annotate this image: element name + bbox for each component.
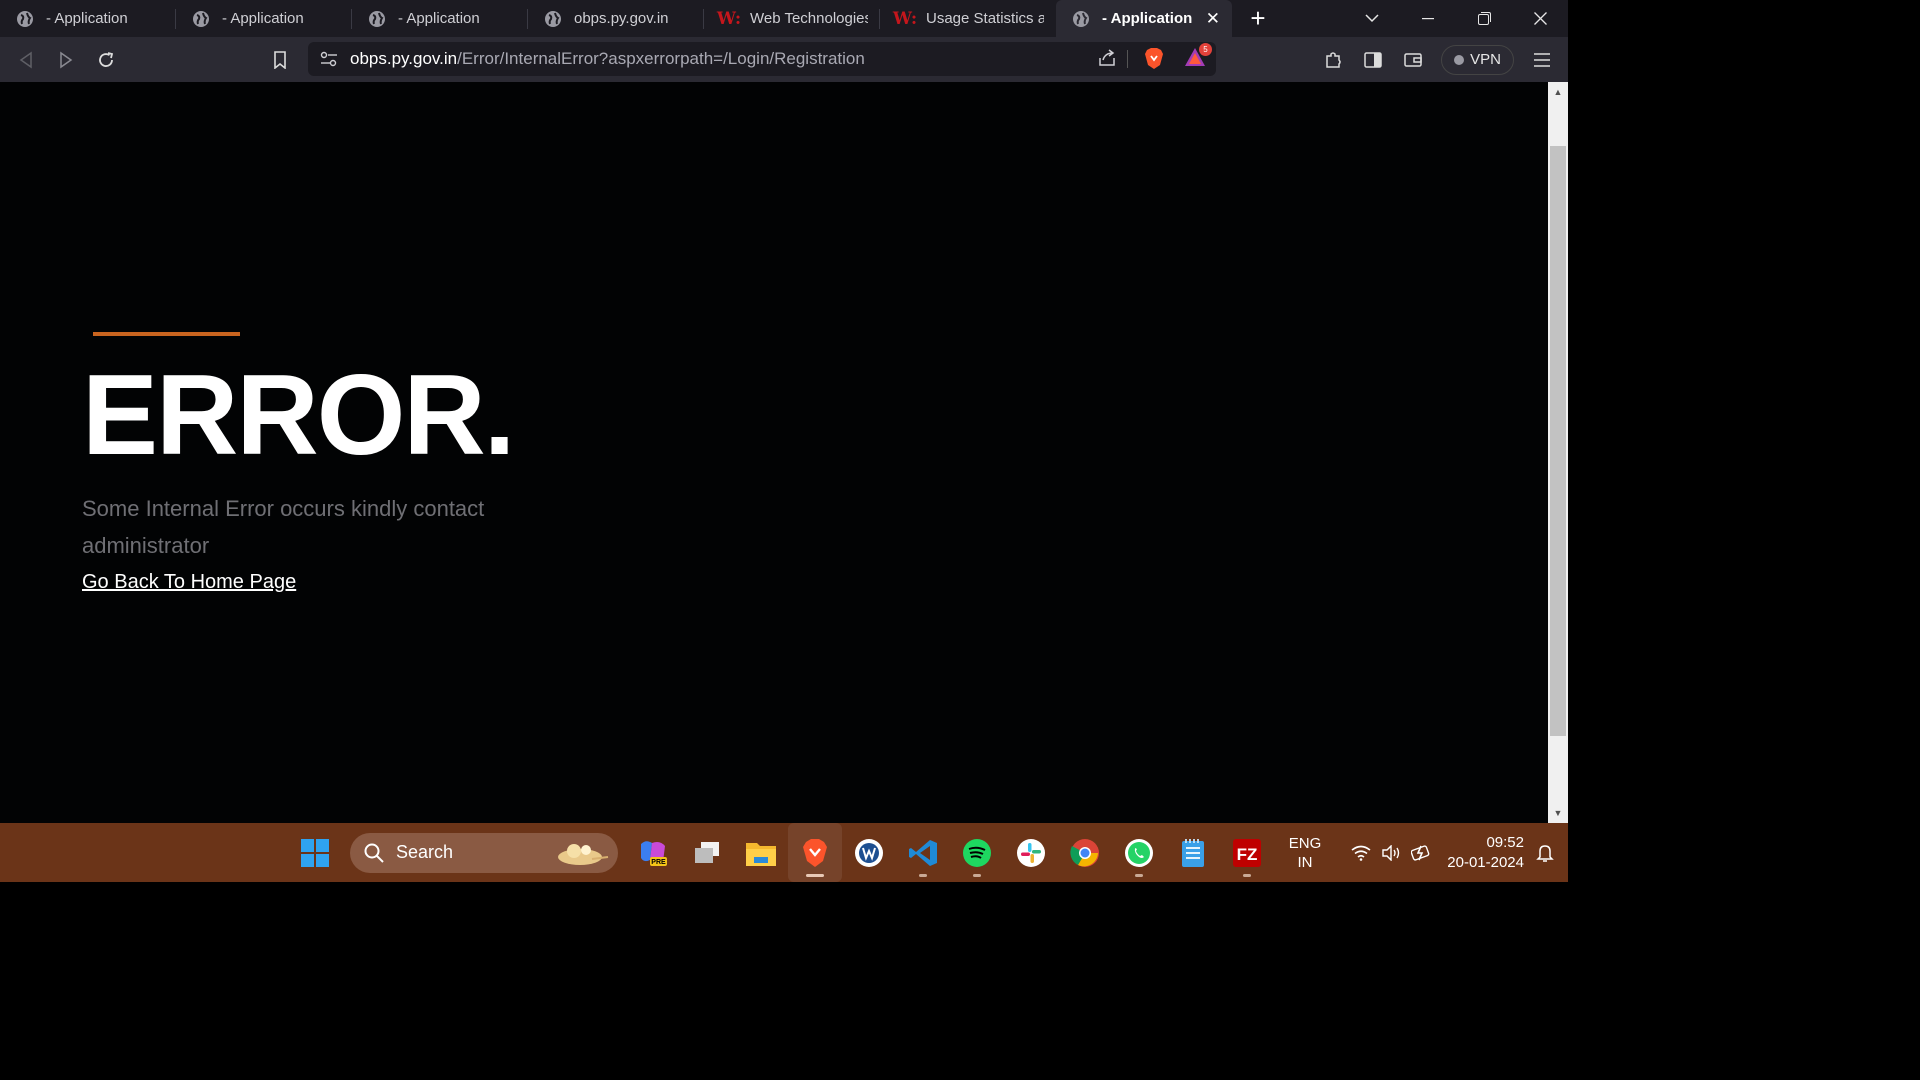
reload-icon[interactable] xyxy=(86,40,126,80)
search-highlight-icon xyxy=(552,837,612,874)
browser-toolbar: obps.py.gov.in/Error/InternalError?aspxe… xyxy=(0,37,1568,82)
tab-label: - Application xyxy=(222,10,304,27)
tab-obps[interactable]: obps.py.gov.in xyxy=(528,0,704,37)
vpn-status-icon xyxy=(1454,54,1465,65)
window-controls xyxy=(1344,0,1568,37)
search-label: Search xyxy=(396,842,454,862)
vertical-scrollbar[interactable]: ▲ ▼ xyxy=(1548,82,1568,823)
share-icon[interactable] xyxy=(1098,49,1116,72)
wps-icon[interactable] xyxy=(842,823,896,882)
minimize-icon[interactable] xyxy=(1400,0,1456,37)
language-bottom: IN xyxy=(1297,853,1313,871)
forward-icon[interactable] xyxy=(46,40,86,80)
tab-label: - Application xyxy=(46,10,128,27)
battery-charging-icon[interactable] xyxy=(1411,844,1433,862)
wallet-icon[interactable] xyxy=(1393,40,1433,80)
tab-application-2[interactable]: - Application xyxy=(176,0,352,37)
taskbar-search[interactable]: Search xyxy=(350,832,618,874)
globe-icon xyxy=(192,10,210,28)
start-icon[interactable] xyxy=(288,823,342,882)
globe-icon xyxy=(16,10,34,28)
notification-badge: 5 xyxy=(1199,43,1212,56)
globe-icon xyxy=(544,10,562,28)
w3techs-icon: W: xyxy=(716,8,742,29)
brave-rewards-icon[interactable]: 5 xyxy=(1184,43,1212,72)
slack-icon[interactable] xyxy=(1004,823,1058,882)
home-page-link[interactable]: Go Back To Home Page xyxy=(82,571,296,594)
url-host: obps.py.gov.in xyxy=(350,49,458,68)
close-window-icon[interactable] xyxy=(1512,0,1568,37)
clock[interactable]: 09:52 20-01-2024 xyxy=(1447,833,1524,873)
tab-list-chevron-icon[interactable] xyxy=(1344,0,1400,37)
brave-shields-icon[interactable] xyxy=(1144,47,1164,75)
time: 09:52 xyxy=(1486,833,1524,851)
accent-divider xyxy=(93,332,240,336)
notepad-icon[interactable] xyxy=(1166,823,1220,882)
back-icon[interactable] xyxy=(6,40,46,80)
whatsapp-icon[interactable] xyxy=(1112,823,1166,882)
language-indicator[interactable]: ENG IN xyxy=(1289,834,1322,872)
scroll-down-arrow-icon[interactable]: ▼ xyxy=(1548,805,1568,821)
vpn-button[interactable]: VPN xyxy=(1441,44,1514,75)
date: 20-01-2024 xyxy=(1447,853,1524,871)
windows-taskbar: Search PRE FZ ENG IN 09:52 20-01-2024 xyxy=(0,823,1568,882)
copilot-icon[interactable]: PRE xyxy=(626,823,680,882)
tab-label: obps.py.gov.in xyxy=(574,10,669,27)
restore-icon[interactable] xyxy=(1456,0,1512,37)
taskbar-apps: Search PRE FZ xyxy=(288,823,1274,882)
spotify-icon[interactable] xyxy=(950,823,1004,882)
volume-icon[interactable] xyxy=(1381,844,1401,861)
page-viewport: ERROR. Some Internal Error occurs kindly… xyxy=(0,82,1548,823)
error-title: ERROR. xyxy=(82,352,515,479)
scrollbar-thumb[interactable] xyxy=(1550,146,1566,736)
close-tab-icon[interactable]: ✕ xyxy=(1206,9,1220,29)
tab-label: - Application xyxy=(398,10,480,27)
tab-label: - Application xyxy=(1102,10,1193,27)
menu-icon[interactable] xyxy=(1522,40,1562,80)
address-bar[interactable]: obps.py.gov.in/Error/InternalError?aspxe… xyxy=(308,42,1216,76)
vpn-label: VPN xyxy=(1470,51,1501,68)
tab-label: Usage Statistics and xyxy=(926,10,1044,27)
tab-application-3[interactable]: - Application xyxy=(352,0,528,37)
tab-web-technologies[interactable]: W: Web Technologies u xyxy=(704,0,880,37)
scroll-up-arrow-icon[interactable]: ▲ xyxy=(1548,84,1568,100)
svg-text:FZ: FZ xyxy=(1237,845,1258,864)
search-icon xyxy=(364,843,384,863)
copilot-badge: PRE xyxy=(651,859,666,866)
new-tab-button[interactable]: + xyxy=(1232,0,1284,37)
tab-application-active[interactable]: - Application ✕ xyxy=(1056,0,1232,37)
globe-icon xyxy=(1072,10,1090,28)
bookmark-icon[interactable] xyxy=(260,40,300,80)
task-view-icon[interactable] xyxy=(680,823,734,882)
chrome-icon[interactable] xyxy=(1058,823,1112,882)
w3techs-icon: W: xyxy=(892,8,918,29)
language-top: ENG xyxy=(1288,834,1322,852)
filezilla-icon[interactable]: FZ xyxy=(1220,823,1274,882)
notification-bell-icon[interactable] xyxy=(1536,843,1554,863)
tab-usage-statistics[interactable]: W: Usage Statistics and xyxy=(880,0,1056,37)
vscode-icon[interactable] xyxy=(896,823,950,882)
tab-application-1[interactable]: - Application xyxy=(0,0,176,37)
wifi-icon[interactable] xyxy=(1351,845,1371,861)
globe-icon xyxy=(368,10,386,28)
system-tray: ENG IN 09:52 20-01-2024 xyxy=(1289,823,1568,882)
tab-label: Web Technologies u xyxy=(750,10,868,27)
right-toolbar: VPN xyxy=(1313,37,1568,82)
url-path: /Error/InternalError?aspxerrorpath=/Logi… xyxy=(457,49,865,68)
tab-strip: - Application - Application - Applicatio… xyxy=(0,0,1568,37)
error-message: Some Internal Error occurs kindly contac… xyxy=(82,496,485,558)
browser-window: - Application - Application - Applicatio… xyxy=(0,0,1568,882)
extensions-icon[interactable] xyxy=(1313,40,1353,80)
brave-icon[interactable] xyxy=(788,823,842,882)
sidebar-icon[interactable] xyxy=(1353,40,1393,80)
site-settings-icon[interactable] xyxy=(320,51,338,67)
file-explorer-icon[interactable] xyxy=(734,823,788,882)
